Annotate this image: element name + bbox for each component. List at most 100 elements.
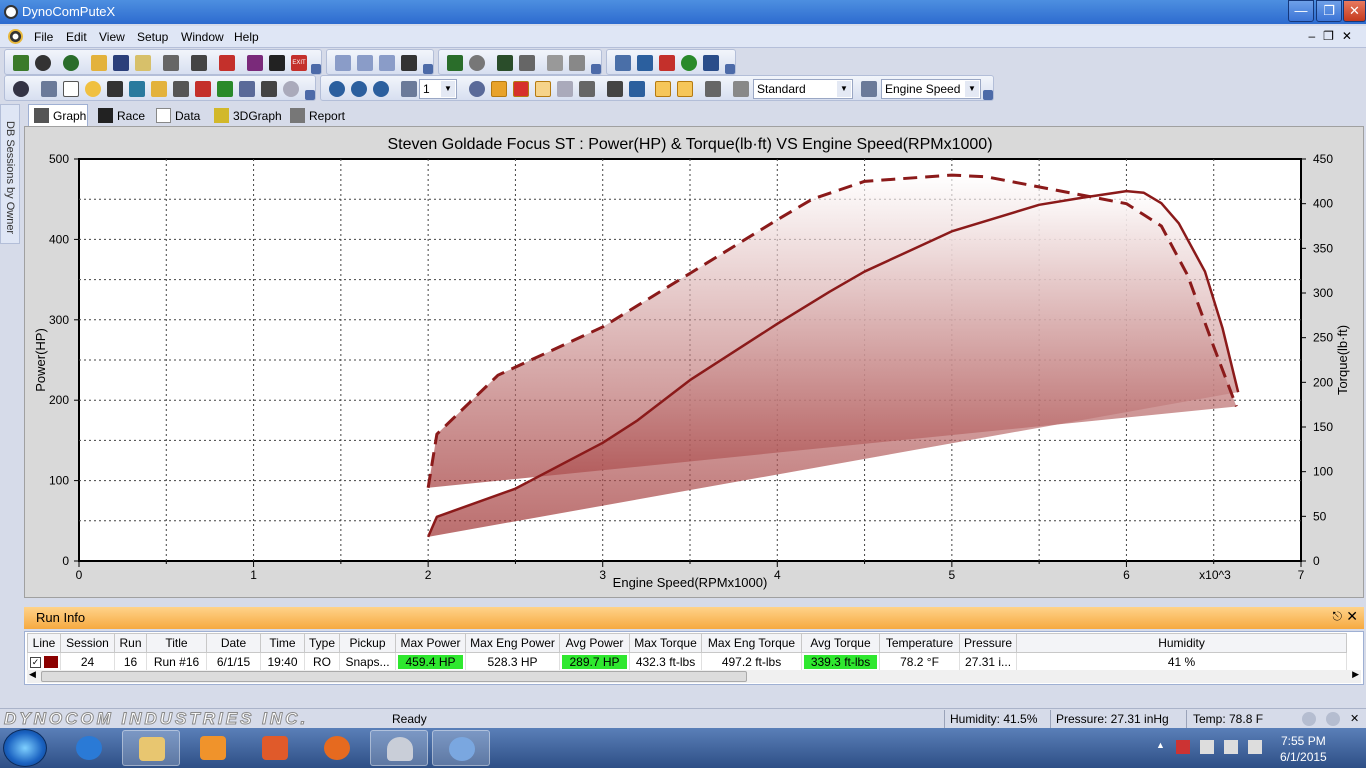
first-icon[interactable] — [357, 55, 373, 71]
wrench-icon[interactable] — [41, 81, 57, 97]
hat-icon[interactable] — [637, 55, 653, 71]
toolbar-overflow-icon[interactable] — [305, 90, 315, 100]
minimize-button[interactable]: — — [1288, 0, 1314, 22]
column-header[interactable]: Time — [260, 633, 305, 653]
car-icon[interactable] — [659, 55, 675, 71]
start-button[interactable] — [3, 729, 47, 767]
battery-icon[interactable] — [107, 81, 123, 97]
column-header[interactable]: Pickup — [339, 633, 397, 653]
tab-report[interactable]: Report — [284, 104, 348, 126]
forward-icon[interactable] — [1302, 712, 1316, 726]
tools-icon[interactable] — [569, 55, 585, 71]
power-torque-chart[interactable]: 0 1 2 3 4 5 6 7 x10^3 0 100 200 300 400 500 0 50 100 150 20… — [25, 127, 1363, 597]
device-icon[interactable] — [1200, 740, 1214, 754]
taskbar-media[interactable] — [184, 730, 242, 766]
function-icon[interactable] — [547, 55, 563, 71]
column-header[interactable]: Temperature — [879, 633, 961, 653]
race-icon[interactable] — [401, 55, 417, 71]
menu-file[interactable]: File — [34, 30, 53, 44]
app-menu-icon[interactable] — [8, 29, 23, 44]
grid-icon[interactable] — [13, 55, 29, 71]
action-center-icon[interactable] — [1176, 740, 1190, 754]
toolbar-overflow-icon[interactable] — [591, 64, 601, 74]
db-sessions-strip[interactable]: DB Sessions by Owner — [0, 104, 20, 244]
toolbar-overflow-icon[interactable] — [725, 64, 735, 74]
zoom-out-icon[interactable] — [351, 81, 367, 97]
table-icon[interactable] — [677, 81, 693, 97]
column-header[interactable]: Max Eng Torque — [701, 633, 803, 653]
mdi-window-controls[interactable]: –❐✕ — [1309, 29, 1361, 43]
menu-help[interactable]: Help — [234, 30, 259, 44]
gauge-icon[interactable] — [469, 55, 485, 71]
preset-icon[interactable] — [733, 81, 749, 97]
cursor-icon[interactable] — [557, 81, 573, 97]
last-icon[interactable] — [379, 55, 395, 71]
align-icon[interactable] — [579, 81, 595, 97]
scroll-right-icon[interactable]: ▶ — [1352, 669, 1359, 680]
horizontal-scrollbar[interactable]: ◀ ▶ — [27, 669, 1361, 683]
x-axis-select[interactable]: Engine Speed ▼ — [881, 79, 981, 99]
line-color-swatch[interactable] — [44, 656, 58, 669]
taskbar-firefox[interactable] — [308, 730, 366, 766]
crosshair-icon[interactable] — [469, 81, 485, 97]
list-icon[interactable] — [615, 55, 631, 71]
tab-3dgraph[interactable]: 3DGraph — [208, 104, 282, 126]
toolbar-overflow-icon[interactable] — [311, 64, 321, 74]
taskbar-dynocom[interactable] — [370, 730, 428, 766]
clock[interactable]: 7:55 PM 6/1/2015 — [1280, 733, 1327, 765]
menu-setup[interactable]: Setup — [137, 30, 168, 44]
dyno-icon[interactable] — [35, 55, 51, 71]
stop-icon[interactable] — [1326, 712, 1340, 726]
toolbar-overflow-icon[interactable] — [423, 64, 433, 74]
print-icon[interactable] — [163, 55, 179, 71]
column-header[interactable]: Max Eng Power — [465, 633, 561, 653]
save-icon[interactable] — [113, 55, 129, 71]
maximize-button[interactable]: ❐ — [1316, 0, 1342, 22]
tab-race[interactable]: Race — [92, 104, 148, 126]
user-icon[interactable] — [681, 55, 697, 71]
axis-icon[interactable] — [861, 81, 877, 97]
fill-toggle-icon[interactable] — [513, 81, 529, 97]
sigma-icon[interactable] — [629, 81, 645, 97]
menu-edit[interactable]: Edit — [66, 30, 87, 44]
taskbar-explorer[interactable] — [122, 730, 180, 766]
settings-icon[interactable] — [13, 81, 29, 97]
check-icon[interactable] — [129, 81, 145, 97]
smoothing-icon[interactable] — [401, 81, 417, 97]
database-icon[interactable] — [219, 55, 235, 71]
close-icon[interactable]: ✕ — [1346, 608, 1358, 625]
tab-data[interactable]: Data — [150, 104, 204, 126]
preset-select[interactable]: Standard ▼ — [753, 79, 853, 99]
network-icon[interactable] — [1224, 740, 1238, 754]
close-button[interactable]: ✕ — [1343, 0, 1366, 22]
zoom-fit-icon[interactable] — [373, 81, 389, 97]
table-row[interactable]: ✓ 24 16 Run #16 6/1/15 19:40 RO Snaps... 459.4 H… — [27, 652, 1348, 671]
column-header[interactable]: Max Power — [395, 633, 467, 653]
taskbar-paint[interactable] — [432, 730, 490, 766]
scope-icon[interactable] — [447, 55, 463, 71]
column-header[interactable]: Date — [206, 633, 261, 653]
pin-icon[interactable]: ⎋ — [1333, 609, 1343, 624]
grid-toggle-icon[interactable] — [491, 81, 507, 97]
thermo-icon[interactable] — [195, 81, 211, 97]
export-graph-icon[interactable] — [705, 81, 721, 97]
pencil-icon[interactable] — [173, 81, 189, 97]
book-icon[interactable] — [247, 55, 263, 71]
scrollbar-thumb[interactable] — [41, 671, 747, 682]
column-header[interactable]: Avg Torque — [801, 633, 881, 653]
column-header[interactable]: Run — [114, 633, 147, 653]
column-header[interactable]: Title — [146, 633, 207, 653]
bucket-icon[interactable] — [261, 81, 277, 97]
filter-icon[interactable] — [703, 55, 719, 71]
column-header[interactable]: Humidity — [1016, 633, 1348, 653]
exit-icon[interactable]: EXIT — [291, 55, 307, 71]
chart-icon[interactable] — [217, 81, 233, 97]
scale-axis-icon[interactable] — [607, 81, 623, 97]
smoothing-select[interactable]: 1 ▼ — [419, 79, 457, 99]
info-icon[interactable] — [269, 55, 285, 71]
volume-icon[interactable] — [1248, 740, 1262, 754]
column-header[interactable]: Type — [303, 633, 341, 653]
scroll-left-icon[interactable]: ◀ — [29, 669, 36, 680]
monitor-icon[interactable] — [497, 55, 513, 71]
tab-graph[interactable]: Graph — [28, 104, 88, 126]
